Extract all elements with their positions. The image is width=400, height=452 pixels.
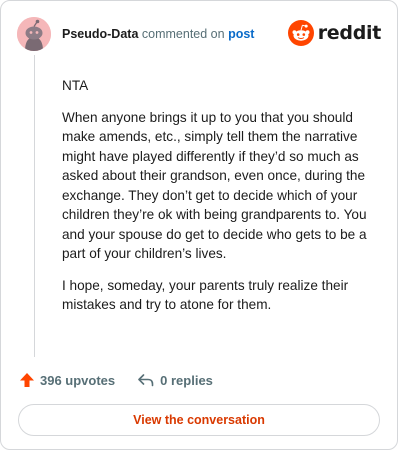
comment-paragraph: I hope, someday, your parents truly real… (62, 277, 349, 313)
avatar[interactable] (17, 17, 51, 51)
reply-count: 0 replies (160, 372, 213, 388)
post-link[interactable]: post (228, 27, 254, 41)
view-conversation-button[interactable]: View the conversation (18, 404, 380, 436)
comment-actions: 396 upvotes 0 replies (19, 369, 235, 391)
reply-button[interactable]: 0 replies (137, 372, 213, 388)
comment-card: Pseudo-Data commented on post reddit NTA… (0, 0, 398, 450)
reddit-logo[interactable]: reddit (287, 19, 382, 47)
reply-arrow-icon (138, 374, 154, 387)
comment-meta: Pseudo-Data commented on post (62, 26, 254, 42)
upvote-arrow-icon (20, 373, 34, 387)
username-link[interactable]: Pseudo-Data (62, 27, 138, 41)
logo-wordmark: reddit (317, 22, 382, 44)
comment-paragraph: NTA (62, 78, 89, 93)
comment-paragraph: When anyone brings it up to you that you… (62, 109, 367, 262)
comment-verb: commented on (141, 27, 225, 41)
upvote-count: 396 upvotes (40, 372, 116, 388)
comment-header: Pseudo-Data commented on post reddit (17, 17, 381, 51)
snoo-avatar-icon (17, 17, 51, 51)
reddit-snoo-icon (287, 20, 314, 46)
upvote-button[interactable]: 396 upvotes (19, 372, 115, 388)
comment-body: NTA When anyone brings it up to you that… (62, 76, 387, 327)
thread-line (34, 55, 35, 357)
